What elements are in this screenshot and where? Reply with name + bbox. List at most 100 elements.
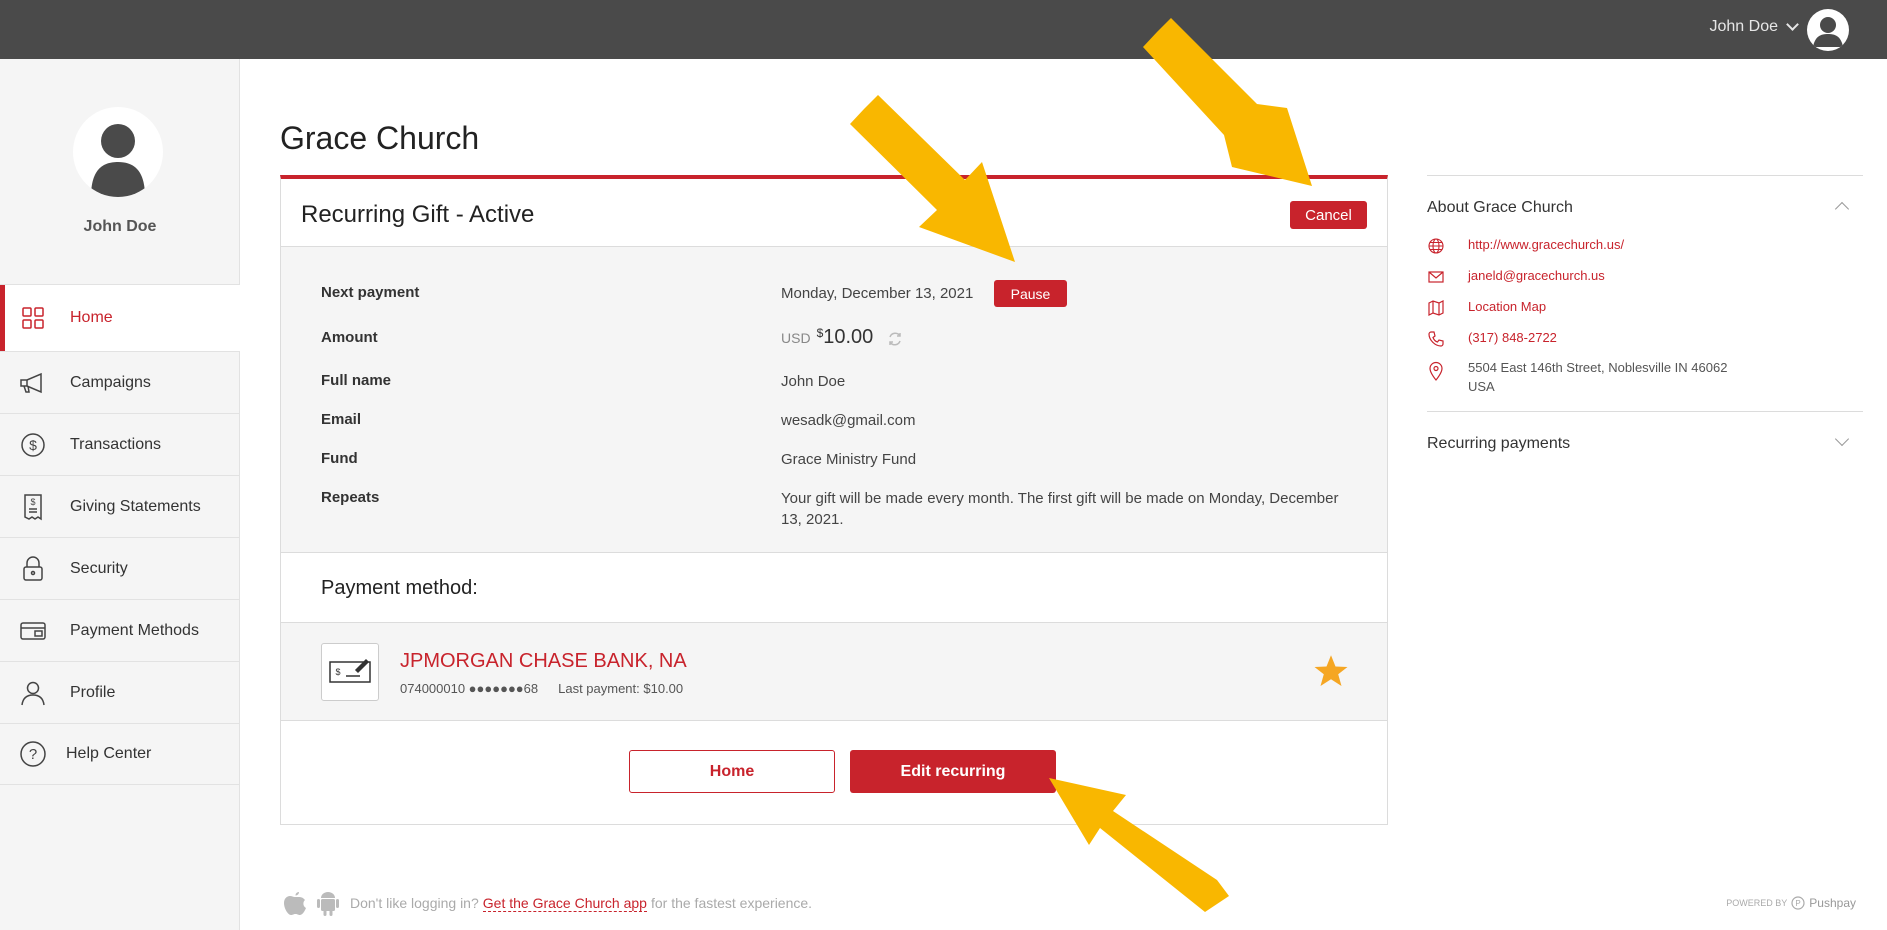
sidebar-item-profile[interactable]: Profile — [0, 661, 240, 723]
footer: Don't like logging in? Get the Grace Chu… — [282, 889, 812, 917]
sidebar-item-label: Campaigns — [70, 373, 151, 391]
top-bar: John Doe — [0, 0, 1887, 59]
chevron-down-icon — [1786, 18, 1799, 31]
star-icon[interactable] — [1313, 653, 1349, 689]
check-icon: $ — [321, 643, 379, 701]
address-text: 5504 East 146th Street, Noblesville IN 4… — [1468, 358, 1727, 396]
full-name-value: John Doe — [781, 373, 846, 390]
church-info-panel: About Grace Church http://www.gracechurc… — [1427, 175, 1863, 471]
next-payment-value: Monday, December 13, 2021 — [781, 285, 974, 302]
chevron-up-icon — [1834, 201, 1850, 217]
website-link[interactable]: http://www.gracechurch.us/ — [1468, 237, 1624, 252]
card-header: Recurring Gift - Active Cancel — [281, 179, 1387, 247]
pause-button[interactable]: Pause — [994, 280, 1067, 307]
sidebar-item-security[interactable]: Security — [0, 537, 240, 599]
avatar[interactable] — [1807, 9, 1849, 51]
address-row: 5504 East 146th Street, Noblesville IN 4… — [1427, 359, 1863, 411]
mail-icon — [1428, 271, 1444, 283]
sidebar-item-label: Transactions — [70, 435, 161, 453]
grid-icon — [18, 303, 48, 333]
email-row[interactable]: janeld@gracechurch.us — [1427, 266, 1863, 297]
about-accordion-header[interactable]: About Grace Church — [1427, 175, 1863, 235]
sidebar-item-label: Home — [70, 309, 113, 326]
bank-name: JPMORGAN CHASE BANK, NA — [400, 650, 687, 672]
email-label: Email — [321, 411, 362, 428]
profile-avatar — [73, 107, 163, 197]
map-icon — [1428, 300, 1444, 316]
recurring-payments-title: Recurring payments — [1427, 435, 1571, 452]
sidebar-item-label: Giving Statements — [70, 497, 201, 515]
payment-method-title: Payment method: — [321, 577, 478, 599]
profile-name: John Doe — [83, 218, 157, 235]
church-email-link[interactable]: janeld@gracechurch.us — [1468, 268, 1605, 283]
sidebar-item-label: Profile — [70, 683, 116, 701]
powered-by-label: POWERED BY — [1726, 898, 1788, 908]
website-row[interactable]: http://www.gracechurch.us/ — [1427, 235, 1863, 266]
dollar-circle-icon: $ — [18, 430, 48, 460]
gift-details: Next payment Monday, December 13, 2021 P… — [281, 247, 1387, 553]
recurring-accordion-header[interactable]: Recurring payments — [1427, 411, 1863, 471]
home-button[interactable]: Home — [629, 750, 835, 793]
sidebar-item-home[interactable]: Home — [0, 284, 240, 351]
location-map-link[interactable]: Location Map — [1468, 299, 1546, 314]
amount-label: Amount — [321, 329, 378, 346]
globe-icon — [1428, 238, 1444, 254]
user-menu[interactable]: John Doe — [1710, 18, 1799, 36]
sidebar-item-help-center[interactable]: ? Help Center — [0, 723, 240, 785]
user-avatar-icon — [1813, 17, 1843, 47]
apple-icon[interactable] — [282, 889, 308, 917]
help-circle-icon: ? — [18, 739, 48, 769]
phone-link[interactable]: (317) 848-2722 — [1468, 330, 1557, 345]
svg-text:?: ? — [29, 746, 37, 763]
svg-text:$: $ — [29, 437, 37, 453]
footer-suffix: for the fastest experience. — [650, 895, 813, 911]
sidebar-item-campaigns[interactable]: Campaigns — [0, 351, 240, 413]
phone-row[interactable]: (317) 848-2722 — [1427, 328, 1863, 359]
powered-by: POWERED BY P Pushpay — [1726, 896, 1856, 910]
user-avatar-icon — [91, 124, 145, 197]
android-icon[interactable] — [316, 889, 340, 917]
payment-method-row[interactable]: $ JPMORGAN CHASE BANK, NA 074000010 ●●●●… — [281, 623, 1387, 721]
app-store-icons — [282, 889, 340, 917]
footer-prefix: Don't like logging in? — [350, 895, 479, 911]
amount-value: USD $10.00 — [781, 326, 903, 349]
get-app-link[interactable]: Get the Grace Church app — [482, 895, 647, 912]
phone-icon — [1428, 331, 1444, 347]
location-pin-icon — [1429, 361, 1443, 381]
fund-label: Fund — [321, 450, 358, 467]
fund-value: Grace Ministry Fund — [781, 451, 917, 468]
sidebar: John Doe Home Campaigns $ Transactions $… — [0, 59, 240, 930]
last-payment: Last payment: $10.00 — [558, 681, 684, 696]
pushpay-logo-icon: P — [1791, 896, 1805, 910]
full-name-label: Full name — [321, 372, 392, 389]
person-icon — [18, 678, 48, 708]
sidebar-item-giving-statements[interactable]: $ Giving Statements — [0, 475, 240, 537]
card-icon — [18, 616, 48, 646]
pushpay-brand: Pushpay — [1809, 896, 1856, 910]
sidebar-item-label: Payment Methods — [70, 621, 199, 639]
edit-recurring-button[interactable]: Edit recurring — [850, 750, 1056, 793]
receipt-icon: $ — [18, 492, 48, 522]
recurring-gift-card: Recurring Gift - Active Cancel Next paym… — [280, 175, 1388, 825]
address-line-2: USA — [1468, 379, 1495, 394]
amount-number: 10.00 — [823, 326, 874, 348]
repeats-value: Your gift will be made every month. The … — [781, 490, 1339, 528]
svg-text:P: P — [1796, 899, 1801, 908]
refresh-icon[interactable] — [887, 331, 903, 347]
cancel-button[interactable]: Cancel — [1290, 201, 1367, 229]
address-line-1: 5504 East 146th Street, Noblesville IN 4… — [1468, 360, 1728, 375]
map-row[interactable]: Location Map — [1427, 297, 1863, 328]
sidebar-item-transactions[interactable]: $ Transactions — [0, 413, 240, 475]
about-title: About Grace Church — [1427, 199, 1573, 216]
sidebar-item-label: Security — [70, 559, 128, 577]
sidebar-item-label: Help Center — [66, 745, 152, 762]
megaphone-icon — [18, 368, 48, 398]
chevron-down-icon — [1834, 431, 1850, 447]
email-value: wesadk@gmail.com — [781, 412, 916, 429]
gift-status-title: Recurring Gift - Active — [301, 201, 535, 228]
sidebar-nav: Home Campaigns $ Transactions $ Giving S… — [0, 284, 240, 785]
sidebar-item-payment-methods[interactable]: Payment Methods — [0, 599, 240, 661]
bank-meta: 074000010 ●●●●●●●68 Last payment: $10.00 — [400, 681, 683, 696]
svg-text:$: $ — [30, 497, 35, 507]
amount-currency: USD — [781, 330, 811, 346]
